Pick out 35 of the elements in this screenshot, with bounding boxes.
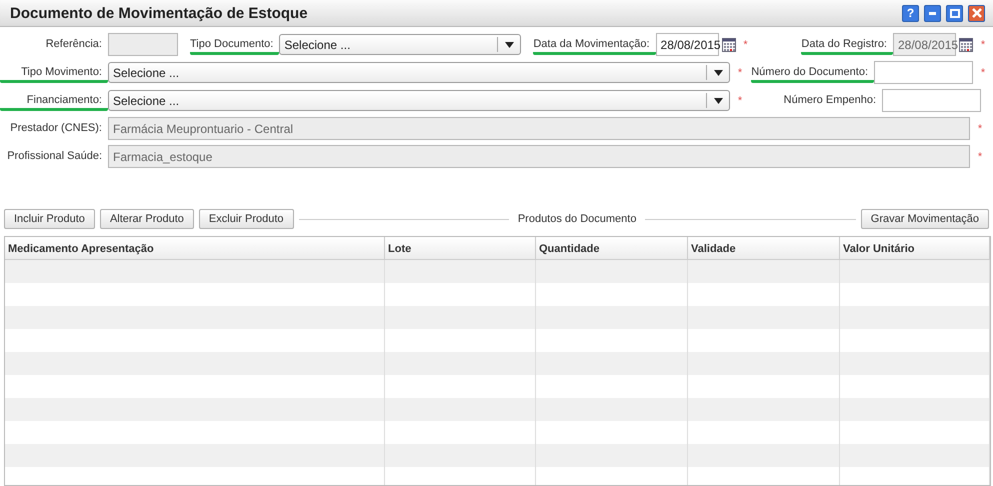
required-mark: * <box>736 94 744 106</box>
required-mark: * <box>980 38 986 50</box>
close-button[interactable] <box>968 4 985 22</box>
maximize-button[interactable] <box>946 4 963 22</box>
section-legend: Produtos do Documento <box>514 213 640 225</box>
help-button[interactable]: ? <box>902 4 919 22</box>
maximize-icon <box>950 8 960 18</box>
minimize-icon <box>929 12 936 14</box>
save-button[interactable]: Gravar Movimentação <box>860 209 989 229</box>
required-mark: * <box>976 122 984 134</box>
dropdown[interactable]: Selecione ... <box>279 34 522 55</box>
required-mark: * <box>742 38 749 50</box>
dropdown[interactable]: Selecione ... <box>108 90 730 111</box>
field-label: Referência: <box>44 37 103 52</box>
field-label: Número Empenho: <box>784 93 877 108</box>
field-label: Profissional Saúde: <box>6 149 103 164</box>
required-mark: * <box>736 66 744 78</box>
caret-icon <box>714 70 723 76</box>
toolbar-button[interactable]: Alterar Produto <box>100 209 194 229</box>
window-title: Documento de Movimentação de Estoque <box>10 4 308 22</box>
input-field[interactable] <box>874 61 973 84</box>
date-field[interactable]: 28/08/2015 <box>656 33 719 56</box>
required-mark: * <box>980 66 986 78</box>
field-label: Prestador (CNES): <box>9 121 103 136</box>
input-field[interactable] <box>882 89 981 112</box>
calendar-icon[interactable] <box>959 38 973 52</box>
toolbar-button[interactable]: Incluir Produto <box>4 209 95 229</box>
dropdown[interactable]: Selecione ... <box>108 62 730 83</box>
minimize-button[interactable] <box>924 4 941 22</box>
calendar-icon[interactable] <box>722 38 736 52</box>
caret-icon <box>714 98 723 104</box>
close-icon <box>972 8 982 18</box>
required-mark: * <box>976 150 984 162</box>
toolbar-button[interactable]: Excluir Produto <box>198 209 294 229</box>
caret-icon <box>505 42 514 48</box>
